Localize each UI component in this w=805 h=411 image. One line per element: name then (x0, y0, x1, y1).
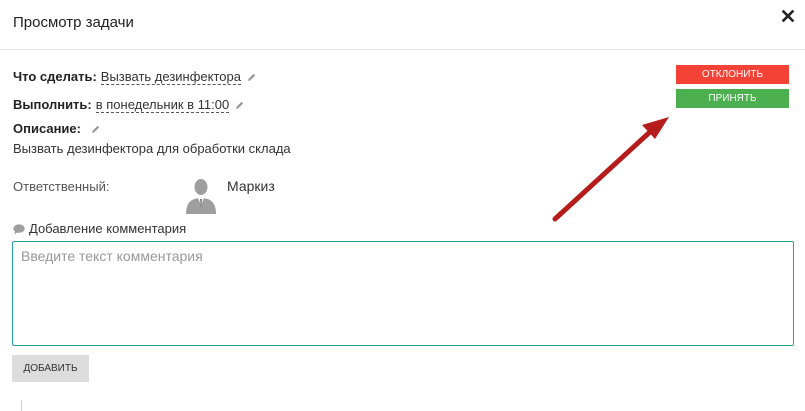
responsible-label: Ответственный: (13, 179, 110, 194)
task-what-value[interactable]: Вызвать дезинфектора (100, 69, 241, 85)
close-icon (782, 10, 794, 22)
task-what-row: Что сделать: Вызвать дезинфектора (13, 69, 257, 85)
modal-title: Просмотр задачи (13, 14, 134, 31)
reject-button[interactable]: Отклонить (676, 65, 789, 84)
modal-header: Просмотр задачи (0, 0, 805, 50)
pencil-icon[interactable] (234, 100, 245, 111)
speech-bubble-icon (13, 224, 25, 235)
task-description-row: Описание: (13, 121, 101, 136)
pencil-icon[interactable] (246, 72, 257, 83)
task-description-text: Вызвать дезинфектора для обработки склад… (13, 141, 291, 156)
task-description-label: Описание: (13, 121, 81, 136)
task-due-row: Выполнить: в понедельник в 11:00 (13, 97, 245, 113)
annotation-arrow (552, 117, 669, 222)
close-button[interactable] (778, 6, 798, 26)
pencil-icon[interactable] (90, 124, 101, 135)
responsible-name: Маркиз (227, 178, 275, 194)
task-due-value[interactable]: в понедельник в 11:00 (95, 97, 230, 113)
comment-heading-label: Добавление комментария (29, 221, 187, 236)
accept-button[interactable]: Принять (676, 89, 789, 108)
divider-tick (21, 400, 22, 411)
comment-heading: Добавление комментария (13, 221, 186, 236)
add-comment-button[interactable]: Добавить (12, 355, 89, 382)
task-what-label: Что сделать: (13, 69, 97, 84)
user-silhouette-icon (186, 179, 216, 214)
task-due-label: Выполнить: (13, 97, 92, 112)
comment-input[interactable] (12, 241, 794, 346)
